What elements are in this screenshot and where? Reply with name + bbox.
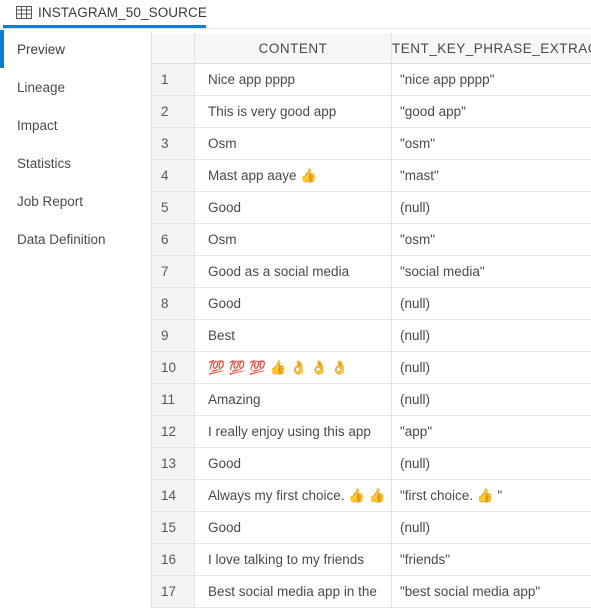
table-row[interactable]: 13 Good (null) [152,448,591,480]
content-cell[interactable]: Good as a social media [195,256,392,287]
sidebar-item-preview[interactable]: Preview [0,30,151,68]
table-row[interactable]: 2 This is very good app "good app" [152,96,591,128]
data-preview-window: INSTAGRAM_50_SOURCE Preview Lineage Impa… [0,0,591,608]
sidebar-item-label: Data Definition [17,231,106,247]
keyphrase-cell[interactable]: "friends" [392,544,591,575]
content-cell[interactable]: Good [195,288,392,319]
content-cell[interactable]: Good [195,512,392,543]
sidebar-item-label: Lineage [17,79,66,95]
sidebar-item-label: Statistics [17,155,72,171]
row-number-cell: 17 [152,576,195,607]
content-cell[interactable]: 💯 💯 💯 👍 👌 👌 👌 [195,352,392,383]
table-row[interactable]: 7 Good as a social media "social media" [152,256,591,288]
content-cell[interactable]: Best [195,320,392,351]
sidebar-item-data-definition[interactable]: Data Definition [0,220,151,258]
content-cell[interactable]: Osm [195,224,392,255]
table-row[interactable]: 8 Good (null) [152,288,591,320]
row-number-cell: 8 [152,288,195,319]
keyphrase-cell[interactable]: "good app" [392,96,591,127]
row-number-cell: 14 [152,480,195,511]
content-cell[interactable]: Always my first choice. 👍 👍 [195,480,392,511]
row-number-cell: 16 [152,544,195,575]
keyphrase-cell[interactable]: "first choice. 👍 " [392,480,591,511]
sidebar-item-label: Impact [17,117,58,133]
keyphrase-cell[interactable]: (null) [392,448,591,479]
content-cell[interactable]: I really enjoy using this app [195,416,392,447]
keyphrase-cell[interactable]: (null) [392,320,591,351]
table-body: 1 Nice app pppp "nice app pppp" 2 This is ve… [152,64,591,608]
row-number-cell: 5 [152,192,195,223]
keyphrase-cell[interactable]: "app" [392,416,591,447]
sidebar-item-impact[interactable]: Impact [0,106,151,144]
tab-title: INSTAGRAM_50_SOURCE [38,5,207,20]
table-grid-icon [16,6,32,19]
row-number-cell: 4 [152,160,195,191]
content-cell[interactable]: Nice app pppp [195,64,392,95]
row-number-cell: 9 [152,320,195,351]
row-number-cell: 13 [152,448,195,479]
content-cell[interactable]: Osm [195,128,392,159]
keyphrase-cell[interactable]: (null) [392,384,591,415]
row-number-cell: 3 [152,128,195,159]
sidebar-item-label: Preview [17,41,66,57]
content-cell[interactable]: Amazing [195,384,392,415]
table-row[interactable]: 17 Best social media app in the "best soci… [152,576,591,608]
table-row[interactable]: 9 Best (null) [152,320,591,352]
column-header-content[interactable]: CONTENT [195,33,392,63]
keyphrase-cell[interactable]: "nice app pppp" [392,64,591,95]
table-row[interactable]: 15 Good (null) [152,512,591,544]
column-header-rownum[interactable] [152,33,195,63]
row-number-cell: 1 [152,64,195,95]
keyphrase-cell[interactable]: (null) [392,352,591,383]
content-cell[interactable]: Good [195,192,392,223]
table-row[interactable]: 3 Osm "osm" [152,128,591,160]
content-cell[interactable]: Mast app aaye 👍 [195,160,392,191]
sidebar: Preview Lineage Impact Statistics Job Re… [0,30,151,608]
row-number-cell: 2 [152,96,195,127]
keyphrase-cell[interactable]: (null) [392,288,591,319]
table-row[interactable]: 12 I really enjoy using this app "app" [152,416,591,448]
table-row[interactable]: 1 Nice app pppp "nice app pppp" [152,64,591,96]
preview-data-grid[interactable]: CONTENT TENT_KEY_PHRASE_EXTRACTION 1Nice… [151,33,591,608]
row-number-cell: 7 [152,256,195,287]
keyphrase-cell[interactable]: "social media" [392,256,591,287]
sidebar-item-label: Job Report [17,193,84,209]
row-number-cell: 12 [152,416,195,447]
keyphrase-cell[interactable]: (null) [392,192,591,223]
tab-instagram-50-source[interactable]: INSTAGRAM_50_SOURCE [3,0,207,29]
keyphrase-cell[interactable]: "osm" [392,128,591,159]
content-cell[interactable]: Good [195,448,392,479]
table-row[interactable]: 11 Amazing (null) [152,384,591,416]
tab-strip: INSTAGRAM_50_SOURCE [0,0,591,29]
table-row[interactable]: 6 Osm "osm" [152,224,591,256]
table-row[interactable]: 5 Good (null) [152,192,591,224]
table-row[interactable]: 16 I love talking to my friends "friends" [152,544,591,576]
sidebar-item-job-report[interactable]: Job Report [0,182,151,220]
content-cell[interactable]: This is very good app [195,96,392,127]
keyphrase-cell[interactable]: "mast" [392,160,591,191]
keyphrase-cell[interactable]: "osm" [392,224,591,255]
row-number-cell: 10 [152,352,195,383]
content-cell[interactable]: I love talking to my friends [195,544,392,575]
sidebar-item-lineage[interactable]: Lineage [0,68,151,106]
row-number-cell: 6 [152,224,195,255]
sidebar-item-statistics[interactable]: Statistics [0,144,151,182]
column-header-keyphrase[interactable]: TENT_KEY_PHRASE_EXTRACTION [392,33,591,63]
row-number-cell: 11 [152,384,195,415]
keyphrase-cell[interactable]: (null) [392,512,591,543]
table-header-row: CONTENT TENT_KEY_PHRASE_EXTRACTION [152,33,591,64]
table-row[interactable]: 4 Mast app aaye 👍 "mast" [152,160,591,192]
row-number-cell: 15 [152,512,195,543]
table-row[interactable]: 10 💯 💯 💯 👍 👌 👌 👌 (null) [152,352,591,384]
tab-strip-divider [0,28,591,29]
table-row[interactable]: 14 Always my first choice. 👍 👍 "first choi… [152,480,591,512]
content-cell[interactable]: Best social media app in the [195,576,392,607]
keyphrase-cell[interactable]: "best social media app" [392,576,591,607]
